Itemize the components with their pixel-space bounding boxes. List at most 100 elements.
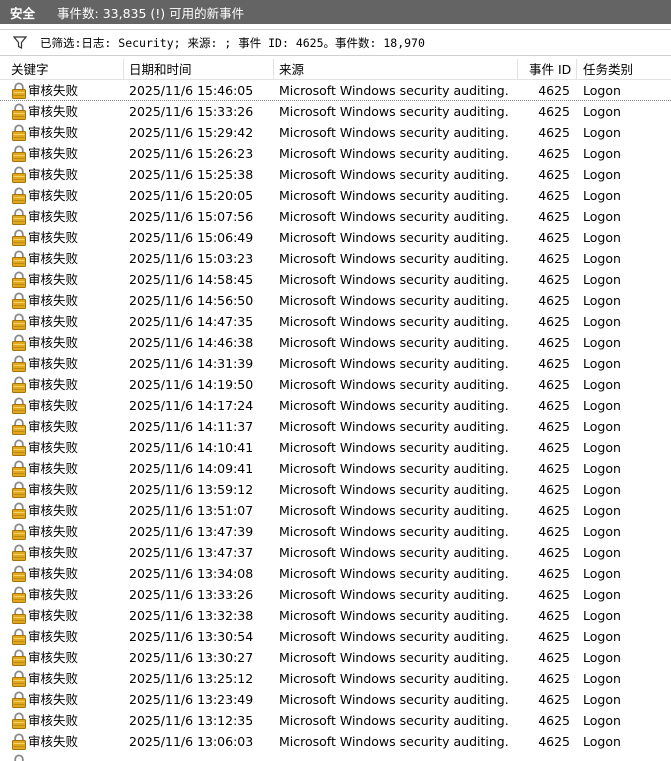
row-datetime: 2025/11/6 14:19:50 — [129, 377, 254, 392]
table-row[interactable]: 审核失败 2025/11/6 15:06:49 Microsoft Windows … — [0, 227, 671, 248]
row-event-id: 4625 — [538, 419, 570, 434]
funnel-icon[interactable] — [0, 30, 40, 55]
table-row[interactable]: 审核失败 2025/11/6 14:09:41 Microsoft Windows … — [0, 458, 671, 479]
row-task: Logon — [583, 566, 621, 581]
row-task: Logon — [583, 629, 621, 644]
table-row[interactable]: 审核失败 2025/11/6 15:03:23 Microsoft Windows … — [0, 248, 671, 269]
table-row[interactable]: 审核失败 2025/11/6 15:07:56 Microsoft Windows … — [0, 206, 671, 227]
row-source: Microsoft Windows security auditing. — [279, 566, 509, 581]
table-row[interactable]: 审核失败 2025/11/6 15:25:38 Microsoft Windows … — [0, 164, 671, 185]
column-header-datetime[interactable]: 日期和时间 — [129, 59, 192, 80]
row-source: Microsoft Windows security auditing. — [279, 419, 509, 434]
row-task: Logon — [583, 377, 621, 392]
column-divider[interactable] — [517, 59, 518, 80]
row-event-id: 4625 — [538, 125, 570, 140]
row-source: Microsoft Windows security auditing. — [279, 713, 509, 728]
table-row[interactable]: 审核失败 2025/11/6 13:51:07 Microsoft Windows … — [0, 500, 671, 521]
row-keyword: 审核失败 — [28, 251, 79, 266]
table-row[interactable]: 审核失败 2025/11/6 13:32:38 Microsoft Windows … — [0, 605, 671, 626]
table-header: 关键字 日期和时间 来源 事件 ID 任务类别 — [0, 59, 671, 80]
row-datetime: 2025/11/6 13:47:39 — [129, 524, 254, 539]
row-source: Microsoft Windows security auditing. — [279, 251, 509, 266]
table-row[interactable]: 审核失败 2025/11/6 13:47:37 Microsoft Windows … — [0, 542, 671, 563]
filter-description: 已筛选:日志: Security; 来源: ; 事件 ID: 4625。事件数:… — [40, 35, 425, 50]
row-task: Logon — [583, 314, 621, 329]
row-task: Logon — [583, 671, 621, 686]
table-row[interactable]: 审核失败 2025/11/6 13:25:12 Microsoft Windows … — [0, 668, 671, 689]
row-source: Microsoft Windows security auditing. — [279, 671, 509, 686]
column-divider[interactable] — [273, 59, 274, 80]
row-keyword: 审核失败 — [28, 545, 79, 560]
column-divider[interactable] — [576, 59, 577, 80]
table-row[interactable]: 审核失败 2025/11/6 14:10:41 Microsoft Windows … — [0, 437, 671, 458]
table-row[interactable]: 审核失败 2025/11/6 14:46:38 Microsoft Windows … — [0, 332, 671, 353]
row-keyword: 审核失败 — [28, 713, 79, 728]
row-task: Logon — [583, 167, 621, 182]
table-row[interactable]: 审核失败 2025/11/6 15:46:05 Microsoft Windows … — [0, 80, 671, 101]
table-row[interactable]: 审核失败 2025/11/6 14:11:37 Microsoft Windows … — [0, 416, 671, 437]
row-keyword: 审核失败 — [28, 608, 79, 623]
table-row[interactable]: 审核失败 2025/11/6 14:17:24 Microsoft Windows … — [0, 395, 671, 416]
lock-icon — [11, 523, 27, 540]
row-event-id: 4625 — [538, 335, 570, 350]
event-count-text: 事件数: 33,835 (!) 可用的新事件 — [57, 5, 245, 21]
row-keyword: 审核失败 — [28, 272, 79, 287]
row-keyword: 审核失败 — [28, 188, 79, 203]
table-row[interactable] — [0, 752, 671, 761]
row-source: Microsoft Windows security auditing. — [279, 167, 509, 182]
column-header-source[interactable]: 来源 — [279, 59, 304, 80]
table-row[interactable]: 审核失败 2025/11/6 13:33:26 Microsoft Windows … — [0, 584, 671, 605]
row-event-id: 4625 — [538, 146, 570, 161]
table-row[interactable]: 审核失败 2025/11/6 14:56:50 Microsoft Windows … — [0, 290, 671, 311]
row-source: Microsoft Windows security auditing. — [279, 503, 509, 518]
column-header-keyword[interactable]: 关键字 — [11, 59, 49, 80]
row-event-id: 4625 — [538, 692, 570, 707]
row-source: Microsoft Windows security auditing. — [279, 356, 509, 371]
row-datetime: 2025/11/6 14:58:45 — [129, 272, 254, 287]
table-row[interactable]: 审核失败 2025/11/6 14:31:39 Microsoft Windows … — [0, 353, 671, 374]
row-event-id: 4625 — [538, 209, 570, 224]
table-row[interactable]: 审核失败 2025/11/6 14:19:50 Microsoft Windows … — [0, 374, 671, 395]
row-task: Logon — [583, 272, 621, 287]
lock-icon — [11, 691, 27, 708]
table-row[interactable]: 审核失败 2025/11/6 13:06:03 Microsoft Windows … — [0, 731, 671, 752]
lock-icon — [11, 397, 27, 414]
table-row[interactable]: 审核失败 2025/11/6 13:34:08 Microsoft Windows … — [0, 563, 671, 584]
row-task: Logon — [583, 251, 621, 266]
row-keyword: 审核失败 — [28, 734, 79, 749]
lock-icon — [11, 376, 27, 393]
row-keyword: 审核失败 — [28, 692, 79, 707]
lock-icon — [11, 103, 27, 120]
column-divider[interactable] — [123, 59, 124, 80]
row-event-id: 4625 — [538, 83, 570, 98]
table-row[interactable]: 审核失败 2025/11/6 15:20:05 Microsoft Windows … — [0, 185, 671, 206]
table-row[interactable]: 审核失败 2025/11/6 14:47:35 Microsoft Windows … — [0, 311, 671, 332]
row-keyword: 审核失败 — [28, 587, 79, 602]
column-header-event-id[interactable]: 事件 ID — [529, 59, 571, 80]
lock-icon — [11, 754, 27, 761]
lock-icon — [11, 460, 27, 477]
table-row[interactable]: 审核失败 2025/11/6 15:33:26 Microsoft Windows … — [0, 101, 671, 122]
row-event-id: 4625 — [538, 272, 570, 287]
table-row[interactable]: 审核失败 2025/11/6 14:58:45 Microsoft Windows … — [0, 269, 671, 290]
table-row[interactable]: 审核失败 2025/11/6 15:26:23 Microsoft Windows … — [0, 143, 671, 164]
lock-icon — [11, 208, 27, 225]
row-source: Microsoft Windows security auditing. — [279, 608, 509, 623]
row-keyword: 审核失败 — [28, 671, 79, 686]
event-table: 关键字 日期和时间 来源 事件 ID 任务类别 审核失败 2025/11/6 15… — [0, 59, 671, 761]
table-row[interactable]: 审核失败 2025/11/6 13:30:54 Microsoft Windows … — [0, 626, 671, 647]
lock-icon — [11, 502, 27, 519]
table-row[interactable]: 审核失败 2025/11/6 13:59:12 Microsoft Windows … — [0, 479, 671, 500]
lock-icon — [11, 166, 27, 183]
row-source: Microsoft Windows security auditing. — [279, 272, 509, 287]
lock-icon — [11, 670, 27, 687]
column-header-task[interactable]: 任务类别 — [583, 59, 633, 80]
table-row[interactable]: 审核失败 2025/11/6 15:29:42 Microsoft Windows … — [0, 122, 671, 143]
row-datetime: 2025/11/6 13:34:08 — [129, 566, 254, 581]
row-source: Microsoft Windows security auditing. — [279, 650, 509, 665]
table-row[interactable]: 审核失败 2025/11/6 13:12:35 Microsoft Windows … — [0, 710, 671, 731]
table-row[interactable]: 审核失败 2025/11/6 13:23:49 Microsoft Windows … — [0, 689, 671, 710]
table-row[interactable]: 审核失败 2025/11/6 13:47:39 Microsoft Windows … — [0, 521, 671, 542]
table-row[interactable]: 审核失败 2025/11/6 13:30:27 Microsoft Windows … — [0, 647, 671, 668]
row-source: Microsoft Windows security auditing. — [279, 629, 509, 644]
